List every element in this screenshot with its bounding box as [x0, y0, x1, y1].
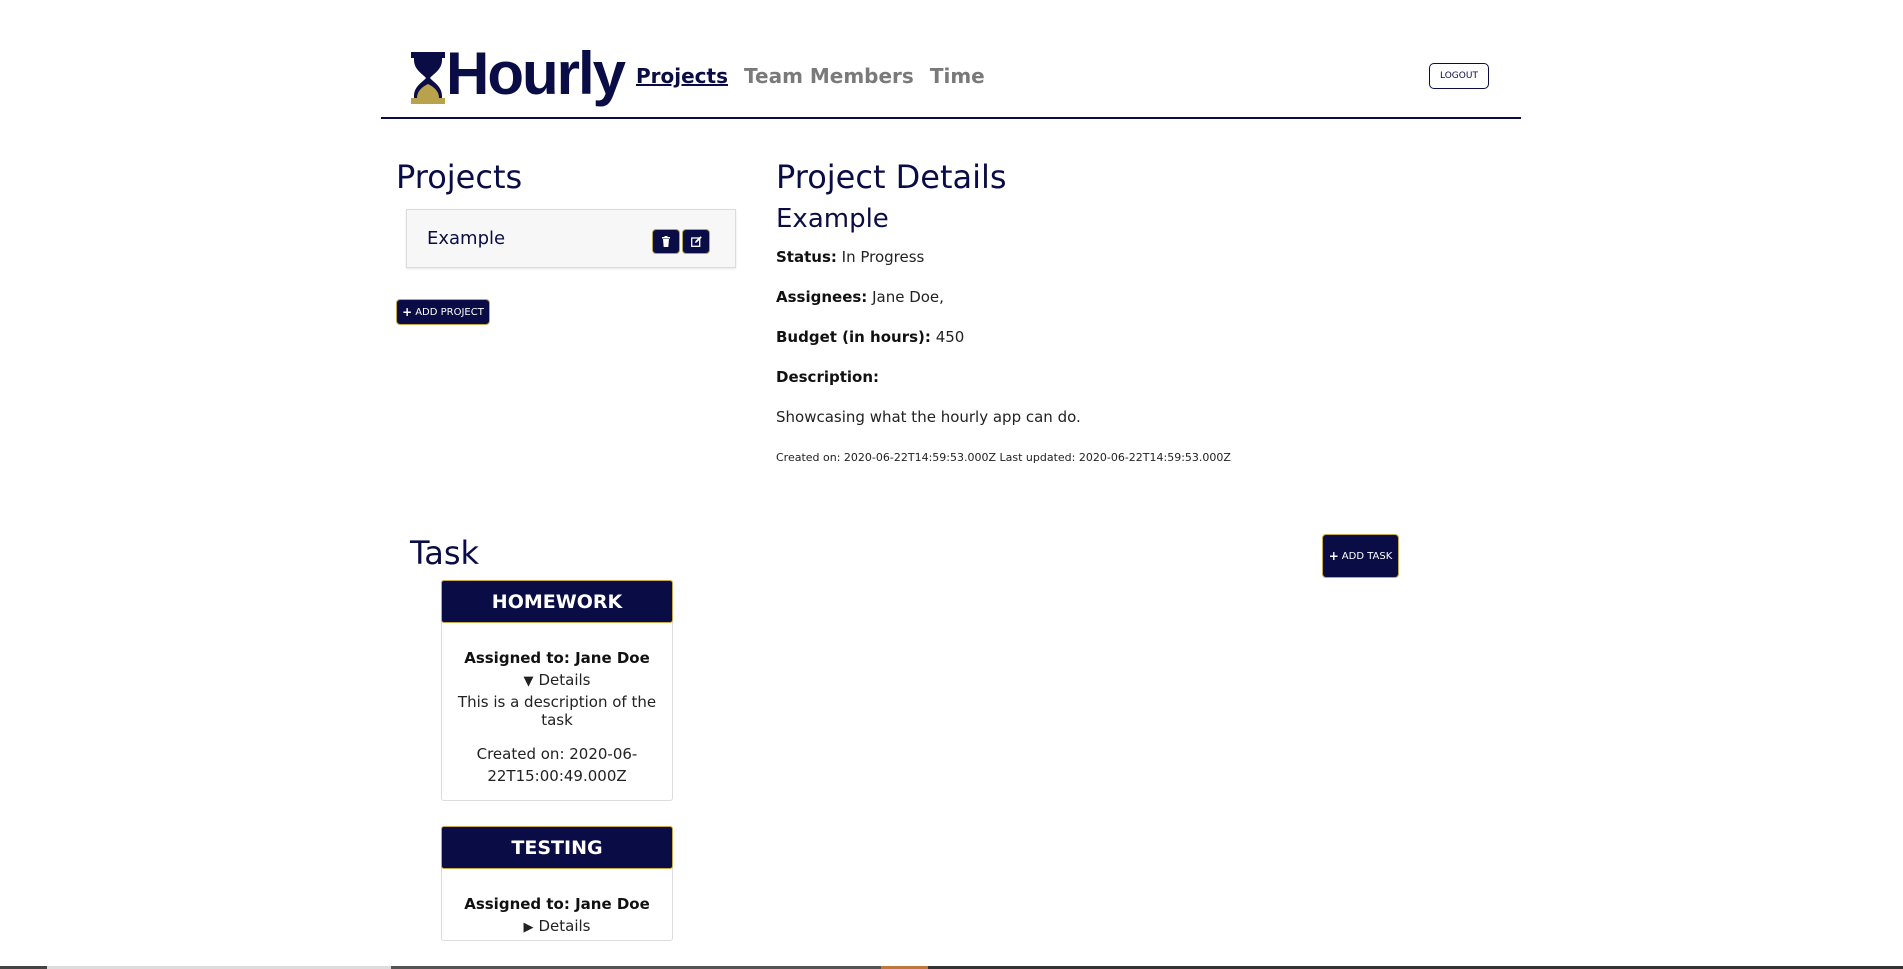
task-description: This is a description of the task: [457, 693, 657, 729]
hourglass-icon: [411, 52, 445, 104]
project-description: Showcasing what the hourly app can do.: [776, 408, 1081, 426]
triangle-right-icon: ▶: [523, 920, 534, 935]
delete-project-button[interactable]: [652, 229, 680, 254]
budget-value: 450: [935, 328, 965, 346]
task-card-homework: HOMEWORK Assigned to: Jane Doe ▼ Details …: [441, 580, 673, 801]
assignees-label: Assignees:: [776, 288, 868, 306]
details-label: Details: [538, 671, 591, 689]
description-label: Description:: [776, 368, 880, 386]
add-project-button[interactable]: + ADD PROJECT: [396, 299, 490, 325]
selected-project-name: Example: [776, 204, 889, 234]
nav-projects[interactable]: Projects: [636, 64, 728, 88]
main-nav: Projects Team Members Time: [636, 64, 985, 88]
triangle-down-icon: ▼: [523, 674, 534, 689]
trash-icon: [662, 236, 670, 247]
project-timestamps: Created on: 2020-06-22T14:59:53.000Z Las…: [776, 451, 1231, 464]
project-description-label: Description:: [776, 368, 879, 386]
app-header: Hourly Projects Team Members Time LOGOUT: [381, 0, 1521, 119]
project-name: Example: [427, 228, 506, 249]
task-body: Assigned to: Jane Doe ▼ Details This is a…: [442, 649, 672, 785]
logo-text: Hourly: [446, 40, 626, 107]
project-list-item[interactable]: Example: [406, 209, 736, 268]
add-task-button[interactable]: + ADD TASK: [1322, 534, 1399, 578]
hourly-logo[interactable]: Hourly: [411, 40, 626, 107]
plus-icon: +: [1328, 549, 1339, 563]
task-body: Assigned to: Jane Doe ▶ Details: [442, 895, 672, 935]
nav-time[interactable]: Time: [930, 64, 985, 88]
task-assignee: Assigned to: Jane Doe: [464, 649, 650, 667]
task-heading: Task: [410, 534, 480, 572]
edit-project-button[interactable]: [682, 229, 710, 254]
project-status: Status: In Progress: [776, 248, 924, 266]
budget-label: Budget (in hours):: [776, 328, 931, 346]
edit-icon: [690, 236, 702, 247]
details-label: Details: [538, 917, 591, 935]
task-details-toggle[interactable]: ▼ Details: [442, 671, 672, 689]
task-title: TESTING: [441, 826, 673, 869]
task-assignee: Assigned to: Jane Doe: [464, 895, 650, 913]
task-details-toggle[interactable]: ▶ Details: [442, 917, 672, 935]
nav-team-members[interactable]: Team Members: [744, 64, 914, 88]
projects-heading: Projects: [396, 158, 523, 196]
task-created-line1: Created on: 2020-06-: [476, 745, 638, 763]
status-label: Status:: [776, 248, 837, 266]
add-task-label: ADD TASK: [1341, 550, 1393, 562]
project-assignees: Assignees: Jane Doe,: [776, 288, 944, 306]
task-title: HOMEWORK: [441, 580, 673, 623]
project-details-heading: Project Details: [776, 158, 1007, 196]
plus-icon: +: [402, 305, 413, 319]
status-value: In Progress: [841, 248, 925, 266]
add-project-label: ADD PROJECT: [415, 306, 484, 318]
assignees-value: Jane Doe,: [872, 288, 944, 306]
task-created-line2: 22T15:00:49.000Z: [487, 767, 627, 785]
project-budget: Budget (in hours): 450: [776, 328, 964, 346]
task-card-testing: TESTING Assigned to: Jane Doe ▶ Details: [441, 826, 673, 941]
logout-button[interactable]: LOGOUT: [1429, 63, 1489, 89]
